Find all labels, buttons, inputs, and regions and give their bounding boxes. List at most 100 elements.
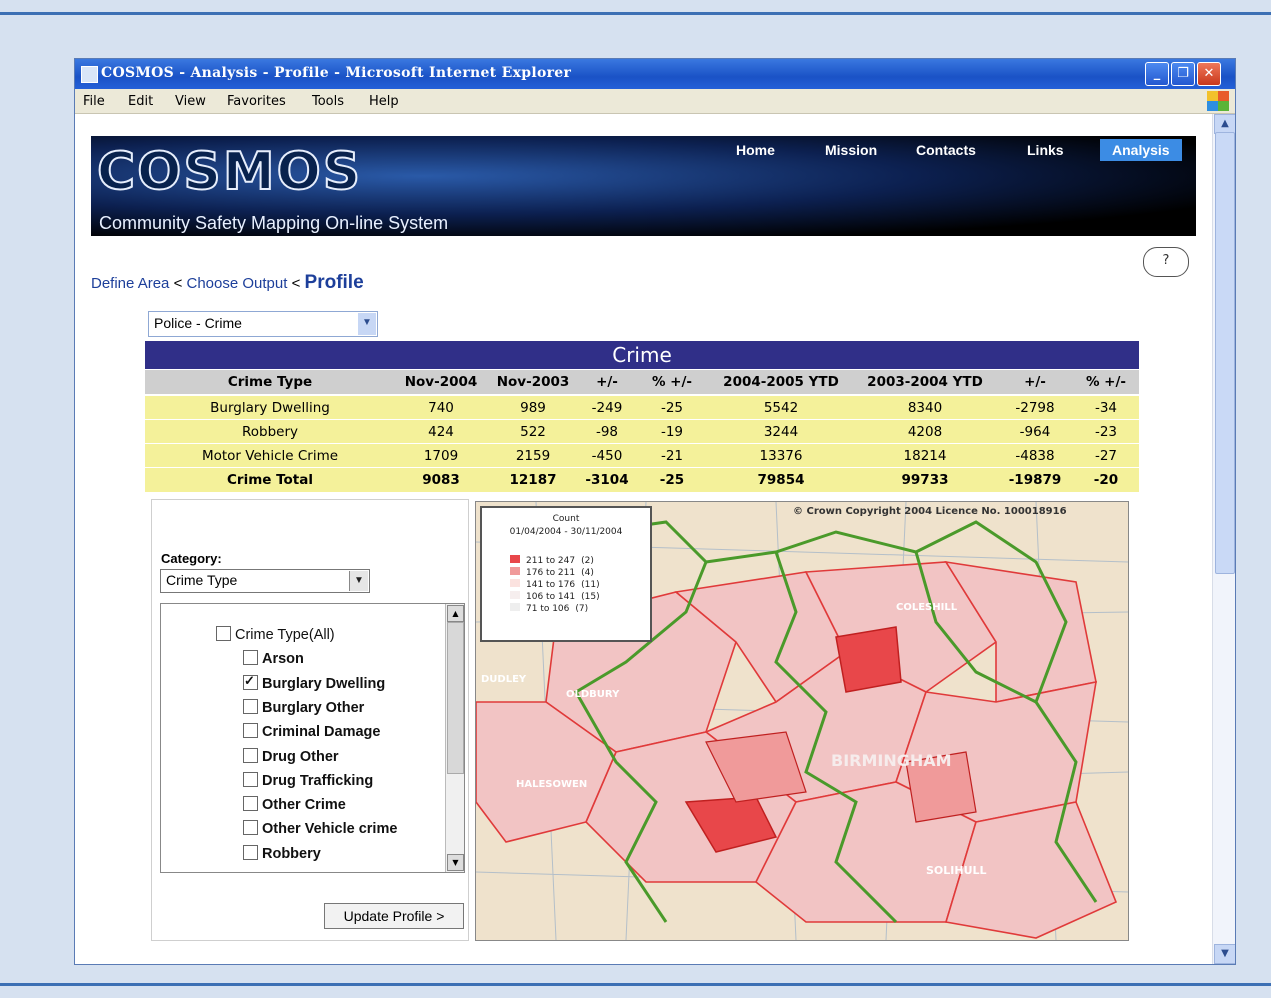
scroll-down-icon[interactable]: ▼ bbox=[1214, 944, 1235, 964]
value-cell: 3244 bbox=[763, 424, 799, 440]
page-scroll-thumb[interactable] bbox=[1215, 132, 1235, 574]
checkbox-item[interactable]: Drug Trafficking bbox=[243, 771, 374, 789]
breadcrumb-choose-output[interactable]: Choose Output bbox=[187, 275, 288, 292]
value-cell: -19 bbox=[660, 424, 684, 440]
checkbox-icon[interactable] bbox=[243, 723, 258, 739]
checkbox-item[interactable]: Burglary Dwelling bbox=[243, 673, 386, 692]
checkbox-item[interactable]: Crime Type(All) bbox=[216, 626, 335, 643]
checkbox-item[interactable]: Other Vehicle crime bbox=[243, 820, 397, 837]
table-row: Motor Vehicle Crime 1709 2159 -450 -21 13376 1… bbox=[145, 443, 1139, 468]
checkbox-item[interactable]: Arson bbox=[243, 650, 304, 667]
checkbox-icon[interactable] bbox=[243, 747, 258, 763]
value-cell: 424 bbox=[428, 424, 454, 440]
checkbox-icon[interactable] bbox=[216, 626, 231, 641]
menu-favorites[interactable]: Favorites bbox=[227, 94, 286, 109]
listbox-scroll-thumb[interactable] bbox=[447, 622, 464, 774]
checkbox-item[interactable]: Robbery bbox=[243, 844, 321, 862]
checkbox-icon[interactable] bbox=[243, 820, 258, 836]
value-cell: 99733 bbox=[901, 472, 949, 488]
scroll-up-icon[interactable]: ▲ bbox=[447, 605, 464, 622]
checkbox-icon[interactable] bbox=[243, 796, 258, 812]
value-cell: -4838 bbox=[1015, 448, 1055, 464]
menu-help[interactable]: Help bbox=[369, 94, 399, 109]
chevron-down-icon: ▼ bbox=[358, 313, 376, 335]
value-cell: -25 bbox=[660, 400, 684, 416]
checkbox-item[interactable]: Drug Other bbox=[243, 747, 339, 765]
crime-type-cell: Motor Vehicle Crime bbox=[201, 448, 339, 464]
ie-app-icon bbox=[81, 66, 98, 83]
nav-mission[interactable]: Mission bbox=[825, 142, 877, 158]
checkbox-label: Other Crime bbox=[262, 797, 346, 814]
header-ytd-2004-2005: 2004-2005 YTD bbox=[723, 374, 839, 390]
legend-row: 176 to 211 (4) bbox=[510, 567, 594, 578]
checkbox-item[interactable]: Criminal Damage bbox=[243, 723, 380, 740]
menu-file[interactable]: File bbox=[83, 94, 105, 109]
page-title: Profile bbox=[304, 272, 364, 293]
maximize-button[interactable]: ❐ bbox=[1171, 62, 1195, 86]
breadcrumb-define-area[interactable]: Define Area bbox=[91, 275, 169, 292]
checkbox-label: Crime Type(All) bbox=[235, 627, 335, 643]
value-cell: -21 bbox=[660, 448, 684, 464]
menu-edit[interactable]: Edit bbox=[128, 94, 153, 109]
cosmos-logo[interactable]: COSMOS bbox=[96, 141, 362, 203]
menu-view[interactable]: View bbox=[175, 94, 206, 109]
update-profile-button[interactable]: Update Profile > bbox=[324, 903, 464, 929]
legend-range: 71 to 106 bbox=[526, 604, 570, 614]
nav-contacts[interactable]: Contacts bbox=[916, 142, 976, 158]
map-label-dudley: DUDLEY bbox=[481, 674, 527, 685]
value-cell: 4208 bbox=[907, 424, 943, 440]
checkbox-icon[interactable] bbox=[243, 844, 258, 860]
category-select[interactable]: Crime Type ▼ bbox=[160, 569, 370, 593]
checkbox-checked-icon[interactable] bbox=[243, 673, 258, 690]
value-cell: 12187 bbox=[509, 472, 557, 488]
legend-row: 211 to 247 (2) bbox=[510, 555, 594, 566]
header-ytd-2003-2004: 2003-2004 YTD bbox=[867, 374, 983, 390]
legend-swatch bbox=[510, 591, 520, 599]
breadcrumb-separator: < bbox=[291, 275, 301, 292]
checkbox-item[interactable]: Burglary Other bbox=[243, 698, 364, 716]
map-legend: Count 01/04/2004 - 30/11/2004 211 to 247… bbox=[480, 506, 652, 642]
dataset-select[interactable]: Police - Crime ▼ bbox=[148, 311, 378, 337]
menu-tools[interactable]: Tools bbox=[312, 94, 344, 109]
table-row: Robbery 424 522 -98 -19 3244 4208 -964 -23 bbox=[145, 419, 1139, 444]
close-button[interactable]: ✕ bbox=[1197, 62, 1221, 86]
nav-analysis[interactable]: Analysis bbox=[1100, 139, 1182, 161]
value-cell: 522 bbox=[520, 424, 546, 440]
checkbox-label: Drug Trafficking bbox=[262, 772, 374, 789]
legend-swatch bbox=[510, 603, 520, 611]
crime-type-cell: Robbery bbox=[241, 424, 299, 440]
value-cell: -34 bbox=[1094, 400, 1118, 416]
nav-home[interactable]: Home bbox=[736, 142, 775, 158]
checkbox-label: Arson bbox=[262, 651, 304, 668]
minimize-button[interactable]: _ bbox=[1145, 62, 1169, 86]
value-cell: -27 bbox=[1094, 448, 1118, 464]
listbox-scrollbar[interactable]: ▲ ▼ bbox=[445, 604, 464, 872]
value-cell: -98 bbox=[595, 424, 619, 440]
help-icon[interactable]: ? bbox=[1143, 247, 1189, 277]
table-row: Crime Total 9083 12187 -3104 -25 79854 99733 -1… bbox=[145, 467, 1139, 492]
page-scrollbar[interactable]: ▲ ▼ bbox=[1212, 114, 1235, 964]
legend-row: 106 to 141 (15) bbox=[510, 591, 600, 602]
value-cell: 740 bbox=[428, 400, 454, 416]
checkbox-label: Burglary Dwelling bbox=[262, 675, 386, 692]
title-bar[interactable]: COSMOS - Analysis - Profile - Microsoft … bbox=[75, 59, 1235, 89]
checkbox-icon[interactable] bbox=[243, 698, 258, 714]
nav-links[interactable]: Links bbox=[1027, 142, 1064, 158]
checkbox-icon[interactable] bbox=[243, 771, 258, 787]
checkbox-icon[interactable] bbox=[243, 650, 258, 666]
value-cell: 79854 bbox=[757, 472, 805, 488]
legend-count: (4) bbox=[581, 568, 594, 578]
value-cell: -25 bbox=[659, 472, 685, 488]
value-cell: 18214 bbox=[903, 448, 947, 464]
page-content: COSMOS Community Safety Mapping On-line … bbox=[75, 114, 1212, 964]
header-nov-2003: Nov-2003 bbox=[496, 374, 570, 390]
value-cell: -19879 bbox=[1008, 472, 1062, 488]
scroll-down-icon[interactable]: ▼ bbox=[447, 854, 464, 871]
value-cell: 9083 bbox=[422, 472, 460, 488]
header-nov-2004: Nov-2004 bbox=[404, 374, 478, 390]
checkbox-item[interactable]: Other Crime bbox=[243, 796, 346, 813]
scroll-up-icon[interactable]: ▲ bbox=[1214, 114, 1235, 134]
dataset-select-value: Police - Crime bbox=[154, 315, 242, 331]
crime-type-listbox[interactable]: Crime Type(All) Arson Burglary Dwelling Bur… bbox=[160, 603, 465, 873]
category-select-value: Crime Type bbox=[166, 572, 238, 588]
